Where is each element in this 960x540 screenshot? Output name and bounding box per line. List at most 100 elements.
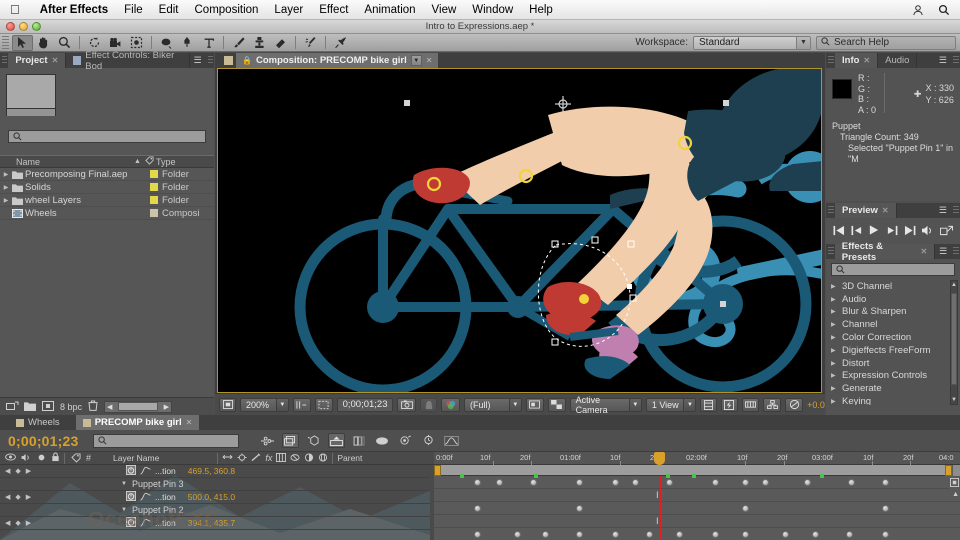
quality-switch-icon[interactable]	[251, 453, 261, 464]
property-row[interactable]: ◀ ◆ ▶ ...tion 500.0, 415.0	[0, 491, 430, 504]
keyframe[interactable]	[514, 531, 521, 538]
scroll-down-icon[interactable]: ▼	[951, 397, 957, 403]
disclosure-triangle-icon[interactable]: ▶	[831, 296, 838, 303]
work-area-bar[interactable]	[434, 465, 960, 476]
new-folder-icon[interactable]	[24, 401, 36, 413]
next-frame-icon[interactable]	[886, 223, 898, 241]
solo-toggle-icon[interactable]	[37, 453, 46, 464]
pan-behind-tool[interactable]	[126, 35, 147, 51]
frame-blending-icon[interactable]	[328, 433, 345, 448]
audio-icon[interactable]	[921, 223, 934, 241]
previous-frame-icon[interactable]	[851, 223, 863, 241]
keyframe-toggle-icon[interactable]: ◆	[15, 519, 20, 527]
effects-category[interactable]: ▶Distort	[828, 357, 950, 370]
property-group-name[interactable]: Puppet Pin 2	[132, 505, 184, 515]
keyframe[interactable]	[676, 531, 683, 538]
always-preview-icon[interactable]	[219, 398, 236, 412]
property-value[interactable]: 469.5, 360.8	[188, 466, 235, 476]
stopwatch-icon[interactable]	[126, 517, 136, 529]
effects-category[interactable]: ▶Blur & Sharpen	[828, 306, 950, 319]
menu-effect[interactable]: Effect	[311, 4, 356, 16]
disclosure-triangle-icon[interactable]: ▶	[831, 308, 838, 315]
column-name[interactable]: Name	[0, 157, 134, 167]
search-help-input[interactable]: Search Help	[816, 36, 956, 50]
menu-composition[interactable]: Composition	[187, 4, 267, 16]
brush-tool[interactable]	[228, 35, 249, 51]
effects-category[interactable]: ▶Audio	[828, 293, 950, 306]
keyframe-row[interactable]	[434, 528, 960, 540]
lock-toggle-icon[interactable]	[51, 452, 60, 464]
keyframe[interactable]	[666, 479, 673, 486]
work-area-end-handle[interactable]	[945, 465, 952, 476]
keyframe[interactable]	[712, 531, 719, 538]
property-name[interactable]: ...tion	[155, 518, 176, 528]
scroll-knob[interactable]	[951, 293, 957, 385]
comp-mini-flowchart-icon[interactable]	[949, 476, 960, 489]
property-name[interactable]: ...tion	[155, 492, 176, 502]
keyframe[interactable]	[762, 479, 769, 486]
zoom-tool[interactable]	[54, 35, 75, 51]
label-tag-icon[interactable]	[71, 453, 81, 464]
graph-editor-icon[interactable]	[140, 466, 151, 477]
tab-precomp-bike-girl[interactable]: PRECOMP bike girl ✕	[76, 415, 200, 430]
resolution-select[interactable]: (Full) ▼	[464, 398, 522, 412]
pen-tool[interactable]	[177, 35, 198, 51]
keyframe-navigator[interactable]: ◀ ◆ ▶	[0, 519, 48, 527]
keyframe-row[interactable]	[434, 502, 960, 515]
keyframe-row[interactable]: Ⅰ	[434, 515, 960, 528]
composition-mini-flowchart-icon[interactable]	[259, 433, 276, 448]
audio-toggle-icon[interactable]	[21, 453, 32, 464]
effects-category[interactable]: ▶Keying	[828, 395, 950, 405]
scroll-up-icon[interactable]: ▲	[952, 491, 959, 498]
keyframe[interactable]	[530, 479, 537, 486]
effects-category[interactable]: ▶Digieffects FreeForm	[828, 344, 950, 357]
puppet-pin-tool[interactable]	[330, 35, 351, 51]
close-icon[interactable]: ✕	[920, 247, 927, 256]
delete-icon[interactable]	[88, 400, 98, 413]
tab-preview[interactable]: Preview ✕	[835, 203, 897, 218]
hide-shy-layers-icon[interactable]	[305, 433, 322, 448]
interpret-footage-icon[interactable]	[6, 401, 18, 413]
keyframe[interactable]	[804, 479, 811, 486]
menu-layer[interactable]: Layer	[266, 4, 311, 16]
panel-grip[interactable]	[2, 56, 7, 65]
panel-menu-icon[interactable]: ☰	[190, 53, 206, 68]
panel-grip[interactable]	[828, 56, 834, 65]
tab-project[interactable]: Project ✕	[8, 53, 66, 68]
hand-tool[interactable]	[33, 35, 54, 51]
panel-menu-icon[interactable]: ☰	[935, 53, 951, 68]
eraser-tool[interactable]	[270, 35, 291, 51]
keyframe[interactable]	[474, 505, 481, 512]
keyframe[interactable]	[576, 479, 583, 486]
property-row[interactable]: ◀ ◆ ▶ ...tion 394.1, 435.7	[0, 517, 430, 530]
color-depth-label[interactable]: 8 bpc	[60, 402, 82, 412]
keyframe[interactable]	[612, 479, 619, 486]
scroll-left-icon[interactable]: ◀	[107, 403, 112, 411]
list-item[interactable]: ▶ wheel Layers Folder	[0, 194, 214, 207]
panel-grip[interactable]	[828, 206, 834, 215]
label-color-swatch[interactable]	[150, 170, 162, 178]
disclosure-triangle-icon[interactable]: ▶	[831, 283, 838, 290]
timeline-current-time[interactable]: 0;00;01;23	[0, 433, 79, 449]
property-value[interactable]: 394.1, 435.7	[188, 518, 235, 528]
previous-keyframe-icon[interactable]: ◀	[5, 467, 10, 475]
property-group-name[interactable]: Puppet Pin 3	[132, 479, 184, 489]
scroll-knob[interactable]	[118, 402, 158, 411]
timeline-scrollbar[interactable]	[952, 465, 960, 476]
comp-flowchart-icon[interactable]	[763, 398, 781, 412]
layer-name-column[interactable]: Layer Name	[91, 453, 159, 463]
menu-edit[interactable]: Edit	[151, 4, 187, 16]
keyframe[interactable]	[742, 479, 749, 486]
timeline-keyframe-grid[interactable]: Ⅰ Ⅰ	[434, 476, 960, 540]
keyframe[interactable]	[882, 505, 889, 512]
current-time-indicator-head[interactable]	[654, 452, 665, 465]
chevron-down-icon[interactable]: ▼	[411, 55, 422, 66]
next-keyframe-icon[interactable]: ▶	[26, 467, 31, 475]
panel-grip-right[interactable]	[953, 247, 959, 256]
label-color-swatch[interactable]	[150, 209, 162, 217]
property-value[interactable]: 500.0, 415.0	[188, 492, 235, 502]
graph-editor-icon[interactable]	[140, 492, 151, 503]
graph-editor-icon[interactable]	[140, 518, 151, 529]
list-item[interactable]: ▶ Precomposing Final.aep Folder	[0, 168, 214, 181]
keyframe-row[interactable]	[434, 476, 960, 489]
